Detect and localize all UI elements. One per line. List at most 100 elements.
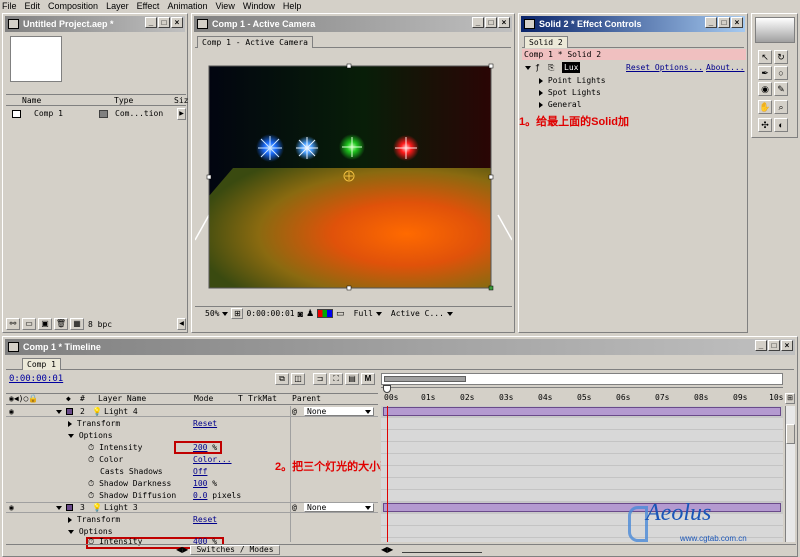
intensity-value[interactable]: 200 % — [193, 442, 217, 454]
prop-options[interactable]: Options — [68, 430, 113, 442]
twirl-icon[interactable] — [68, 420, 72, 427]
orbit-tool-icon[interactable]: ◉ — [758, 82, 772, 96]
comp-viewer[interactable] — [195, 50, 512, 304]
effect-group-point-lights[interactable]: Point Lights — [539, 75, 606, 87]
stopwatch-icon[interactable]: ⏱ — [88, 443, 94, 452]
comp-tab[interactable]: Comp 1 - Active Camera — [197, 36, 313, 48]
maximize-button[interactable]: □ — [158, 17, 170, 28]
layer-bar-light4[interactable] — [383, 407, 781, 416]
effects-tab[interactable]: Solid 2 — [524, 36, 568, 48]
menu-composition[interactable]: Composition — [48, 1, 98, 11]
region-icon[interactable]: ▭ — [336, 308, 345, 319]
menu-view[interactable]: View — [215, 1, 234, 11]
parent-pick-icon[interactable]: @ — [292, 503, 297, 513]
zoom-select[interactable]: 50% — [205, 309, 219, 318]
new-comp-icon[interactable]: ▣ — [38, 318, 52, 330]
menu-animation[interactable]: Animation — [167, 1, 207, 11]
current-time-indicator[interactable] — [387, 406, 388, 542]
brush-tool-icon[interactable]: ✎ — [774, 82, 788, 96]
label-swatch[interactable] — [66, 504, 73, 511]
color-value[interactable]: Color... — [193, 454, 232, 466]
snapshot-icon[interactable]: ◙ — [298, 309, 303, 319]
effect-expand-icon[interactable] — [525, 66, 531, 70]
close-button[interactable]: × — [498, 17, 510, 28]
work-area-bar[interactable] — [384, 376, 466, 382]
draft-3d-icon[interactable]: ⊐ — [313, 373, 327, 385]
frame-blend-icon[interactable]: ⛶ — [329, 373, 343, 385]
find-icon[interactable]: ⚯ — [6, 318, 20, 330]
reset-options-link[interactable]: Reset Options... — [626, 63, 703, 72]
camera-tool-icon[interactable]: ◐ — [774, 118, 788, 132]
minimize-button[interactable]: _ — [145, 17, 157, 28]
menu-edit[interactable]: Edit — [25, 1, 41, 11]
twirl-icon[interactable] — [68, 433, 74, 438]
pan-behind-tool-icon[interactable]: ✣ — [758, 118, 772, 132]
menu-layer[interactable]: Layer — [106, 1, 129, 11]
motion-blur-icon[interactable]: ▤ — [345, 373, 359, 385]
pen-tool-icon[interactable]: ✒ — [758, 66, 772, 80]
stopwatch-icon[interactable]: ⏱ — [88, 491, 94, 500]
comp-timecode[interactable]: 0:00:00:01 — [246, 309, 294, 318]
fx-copy-icon[interactable]: ⎘ — [548, 63, 554, 73]
graph-icon[interactable]: M — [361, 373, 375, 385]
project-scroll-left[interactable]: ◀ — [177, 318, 186, 330]
camera-select[interactable]: Active C... — [391, 309, 444, 318]
show-snapshot-icon[interactable]: ♟ — [306, 308, 314, 319]
zoom-dropdown-icon[interactable] — [222, 311, 229, 316]
selection-tool-icon[interactable]: ↖ — [758, 50, 772, 64]
casts-shadows-value[interactable]: Off — [193, 466, 207, 478]
menu-effect[interactable]: Effect — [137, 1, 160, 11]
folder-icon[interactable]: ▭ — [22, 318, 36, 330]
time-navigator[interactable] — [381, 373, 783, 385]
maximize-button[interactable]: □ — [485, 17, 497, 28]
twirl-icon[interactable] — [56, 410, 62, 414]
effect-group-general[interactable]: General — [539, 99, 582, 111]
project-scroll-right[interactable]: ▶ — [177, 108, 186, 120]
render-icon[interactable]: ▦ — [70, 318, 84, 330]
prop-shadow-diffusion[interactable]: ⏱ Shadow Diffusion — [88, 490, 176, 502]
about-link[interactable]: About... — [706, 63, 745, 72]
parent-pick-icon[interactable]: @ — [292, 406, 297, 417]
transform-reset-link[interactable]: Reset — [193, 418, 217, 430]
timeline-tab[interactable]: Comp 1 — [22, 358, 61, 370]
resolution-select[interactable]: Full — [354, 309, 373, 318]
col-name[interactable]: Name — [22, 96, 41, 105]
minimize-button[interactable]: _ — [755, 340, 767, 351]
resolution-dropdown-icon[interactable] — [375, 311, 382, 316]
project-item-comp[interactable]: Comp 1 Com...tion — [6, 108, 178, 120]
col-type[interactable]: Type — [114, 96, 133, 105]
shadow-diffusion-value[interactable]: 0.0 pixels — [193, 490, 241, 502]
timeline-timecode[interactable]: 0:00:00:01 — [9, 374, 63, 384]
maximize-button[interactable]: □ — [768, 340, 780, 351]
maximize-button[interactable]: □ — [718, 17, 730, 28]
effect-group-spot-lights[interactable]: Spot Lights — [539, 87, 601, 99]
prop-transform[interactable]: Transform — [68, 514, 120, 526]
scroll-thumb[interactable] — [786, 424, 795, 444]
time-marker-head[interactable] — [383, 385, 391, 393]
rotate-tool-icon[interactable]: ↻ — [774, 50, 788, 64]
expand-icon[interactable] — [539, 77, 543, 84]
safe-zones-icon[interactable]: ⊞ — [231, 308, 244, 319]
eye-icon[interactable]: ◉ — [9, 406, 14, 417]
timeline-menu-icon[interactable]: ⊞ — [785, 393, 795, 404]
hand-tool-icon[interactable]: ✋ — [758, 100, 772, 114]
twirl-icon[interactable] — [68, 516, 72, 523]
effect-name[interactable]: Lux — [562, 62, 581, 73]
trash-icon[interactable]: 🗑 — [54, 318, 68, 330]
parent-select[interactable]: None — [304, 407, 374, 416]
stopwatch-icon[interactable]: ⏱ — [88, 479, 94, 488]
col-size[interactable]: Siz — [174, 96, 188, 105]
layer-name[interactable]: Light 3 — [104, 503, 138, 513]
layer-row[interactable]: ◉ 3 💡 Light 3 @ None — [6, 502, 378, 513]
channel-icon[interactable] — [317, 309, 334, 318]
zoom-out-icon[interactable]: ◀▶ — [381, 545, 393, 554]
label-swatch[interactable] — [66, 408, 73, 415]
parent-select[interactable]: None — [304, 503, 374, 512]
close-button[interactable]: × — [781, 340, 793, 351]
time-ruler[interactable]: 00s 01s 02s 03s 04s 05s 06s 07s 08s 09s … — [381, 393, 783, 405]
mask-tool-icon[interactable]: ○ — [774, 66, 788, 80]
close-button[interactable]: × — [171, 17, 183, 28]
prop-intensity[interactable]: ⏱ Intensity — [88, 442, 142, 454]
twirl-icon[interactable] — [68, 529, 74, 534]
effect-header-row[interactable]: ƒ ⎘ Lux Reset Options... About... — [522, 62, 746, 74]
